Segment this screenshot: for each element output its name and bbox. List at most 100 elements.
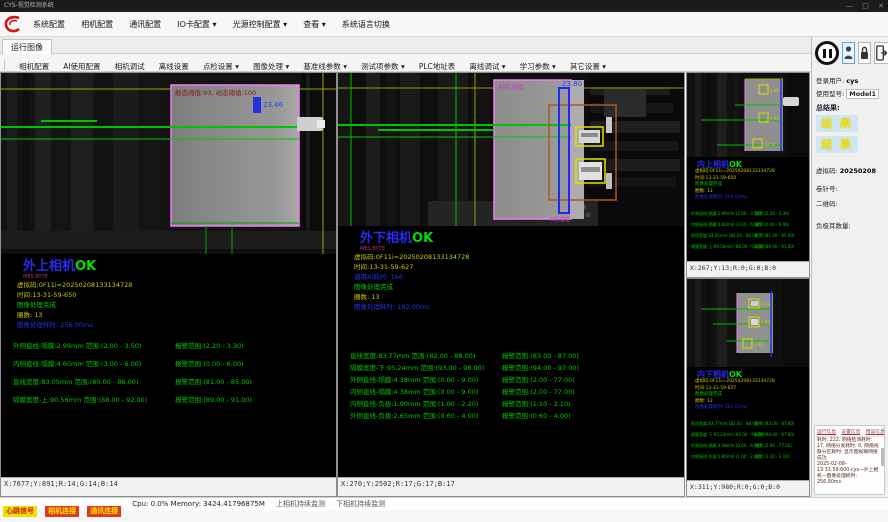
alarm-range: 报警范围:(89.00 - 91.00) (175, 391, 252, 409)
toolbar: 相机配置 AI使用配置 相机调试 离线设置 点检设置 ▾ 图像处理 ▾ 基准线参… (0, 54, 811, 72)
marker-blue-rect (253, 97, 261, 113)
virtual-code-row: 虚拟码: 20250208 (816, 165, 876, 175)
lock-button[interactable] (858, 42, 871, 64)
time-label: 时间:13-31-59-650 (17, 290, 336, 300)
camera-result-text-inner-lower: 内下相机OK 虚拟码:0F11i=20250208133134728 时间:13… (687, 367, 809, 462)
maximize-button[interactable]: □ (862, 2, 869, 10)
measurement-row: 直线宽度:83.05mm 范围:(80.00 - 86.00)报警范围:(81.… (13, 373, 334, 391)
camera-image-outer-lower[interactable]: AI检测框 23.80 AI处理框 (338, 73, 684, 226)
measurement-value: 直线宽度:83.77mm 范围:(82.00 - 88.00) (350, 352, 475, 360)
log-text: 耗时: 222, 网络检测耗时: 17, 网络分发耗时: 0, 网络视联分区耗时… (815, 437, 884, 486)
pause-button[interactable] (815, 41, 839, 65)
elapsed-label: 图像处理耗时: 182.00ms (695, 405, 809, 412)
user-login-button[interactable] (842, 42, 855, 64)
camera-view-outer-lower[interactable]: AI检测框 23.80 AI处理框 外下相机OK MES:BYTE 虚拟码:0F… (337, 72, 685, 497)
negative-tab-count-label: 负极耳数量: (816, 220, 851, 230)
camera-image-outer-upper[interactable]: 静态阈值:93, 动态阈值:100 23.46 (1, 73, 336, 254)
measurement-value: 隔膜宽度-下:95.24mm 范围:(93.00 - 98.00) (350, 364, 484, 372)
virtual-code-value: 20250208 (840, 167, 876, 175)
total-result-label: 总结果: (816, 103, 840, 113)
marker-value-label: 23.46 (263, 101, 284, 109)
pixel-coords-bar: X:311;Y:980;R:0;G:0;B:0 (687, 480, 809, 496)
lock-icon (860, 45, 869, 61)
model-select[interactable]: Model1 (846, 89, 879, 99)
qrcode-label: 二维码: (816, 198, 838, 208)
close-button[interactable]: ✕ (878, 2, 884, 10)
measurement-row: 隔膜宽度-下:95.24mm (93.00 - 98.00)报警:(94.00 … (691, 429, 809, 440)
model-label: 使用型号: (816, 90, 844, 98)
camera-title-row: 外下相机OK (360, 231, 684, 246)
pixel-coords-bar: X:270;Y:2502;R:17;G:17;B:17 (338, 477, 684, 496)
log-tab-run-info[interactable]: 运行信息 (817, 428, 836, 435)
alarm-range: 报警:(1.10 - 2.10) (755, 451, 789, 462)
tab-run-image[interactable]: 运行图像 (2, 39, 52, 55)
alarm-range: 报警:(81.00 - 85.00) (755, 230, 794, 241)
exit-icon (876, 45, 887, 61)
camera-view-inner-lower[interactable]: 4.38 1.90 2.65 内下相机OK 虚拟码:0F11i=20250208… (686, 278, 810, 497)
measurement-row: 外侧直线-隔膜:2.99mm 范围:(2.00 - 3.50) 报警范围:(2.2… (13, 337, 334, 355)
alarm-range: 报警范围:(2.20 - 3.30) (175, 337, 244, 355)
elapsed-label: 图像处理耗时: 256.00ms (17, 320, 336, 330)
measurement-value: 外侧直线-隔膜:2.99mm 范围:(2.00 - 3.50) (13, 342, 141, 350)
status-ok-label: OK (75, 259, 96, 274)
login-user-label: 登录用户: (816, 77, 844, 85)
log-panel[interactable]: 运行信息 设置信息 错误信息 耗时: 222, 网络检测耗时: 17, 网络分发… (814, 425, 885, 495)
app-window: CYS-视觉检测系统 — □ ✕ 系统配置 相机配置 通讯配置 IO卡配置 ▾ … (0, 0, 888, 522)
app-logo-icon (4, 15, 22, 33)
alarm-range: 报警:(89.00 - 91.00) (755, 241, 794, 252)
status-ok-label: OK (729, 160, 742, 169)
measurement-list: 外侧直线-隔膜:2.99mm (2.00 - 3.50)报警:(2.20 - 3… (687, 208, 809, 252)
camera-view-inner-upper[interactable]: 2.99 4.60 90.56 内上相机OK 虚拟码:0F11i=2025020… (686, 72, 810, 278)
camera-result-text-outer-upper: 外上相机OK MES:BYTE 虚拟码:0F11i=20250208133134… (1, 254, 336, 330)
menu-item-comm-config[interactable]: 通讯配置 (129, 12, 161, 37)
log-tab-error-info[interactable]: 错误信息 (866, 428, 885, 435)
user-icon (844, 45, 853, 61)
camera-result-text-inner-upper: 内上相机OK 虚拟码:0F11i=20250208133134728 时间:13… (687, 157, 809, 252)
menu-item-system-config[interactable]: 系统配置 (33, 12, 65, 37)
measurement-value: 直线宽度:83.05mm (80.00 - 86.00) (691, 233, 759, 238)
comm-connection-badge: 通讯连接 (87, 506, 121, 517)
cpu-memory-label: Cpu: 0.0% Memory: 3424.41796875M (132, 498, 265, 511)
measurement-row: 直线宽度:83.77mm (82.00 - 88.00)报警:(83.00 - … (691, 418, 809, 429)
measurement-value: 外侧直线-隔膜:4.38mm 范围:(0.00 - 9.00) (350, 376, 478, 384)
ai-box-label: AI检测框 (498, 82, 524, 91)
measurement-row: 隔膜宽度-下:95.24mm 范围:(93.00 - 98.00)报警范围:(9… (350, 362, 682, 374)
elapsed-label: 图像处理耗时: 182.00ms (354, 302, 684, 312)
camera-view-outer-upper[interactable]: 静态阈值:93, 动态阈值:100 23.46 外上相机OK MES:BYTE … (0, 72, 337, 497)
camera-image-inner-lower[interactable]: 4.38 1.90 2.65 (687, 279, 809, 367)
measurement-row: 外侧直线-隔膜:4.38mm 范围:(0.00 - 9.00)报警范围:(2.0… (350, 374, 682, 386)
minimize-button[interactable]: — (846, 2, 853, 10)
rounds-label: 圈数: 13 (354, 292, 684, 302)
camera-name-label: 外下相机 (360, 231, 412, 246)
measurement-list: 直线宽度:83.77mm (82.00 - 88.00)报警:(83.00 - … (687, 418, 809, 462)
status-ok-label: OK (412, 231, 433, 246)
menu-item-light-config[interactable]: 光源控制配置 ▾ (233, 12, 288, 37)
process-done-label: 图像处理完成 (354, 282, 684, 292)
measurement-value: 外侧直线-隔膜:2.99mm (2.00 - 3.50) (691, 211, 761, 216)
rounds-label: 圈数: 13 (17, 310, 336, 320)
menu-item-camera-config[interactable]: 相机配置 (81, 12, 113, 37)
measurement-row: 内侧直线-隔膜:4.38mm 范围:(0.00 - 9.00)报警范围:(2.0… (350, 386, 682, 398)
tab-strip: 运行图像 (0, 37, 811, 54)
lower-camera-monitor-label: 下相机持续监测 (336, 498, 385, 511)
threshold-overlay-label: 静态阈值:93, 动态阈值:100 (175, 88, 256, 97)
titlebar: CYS-视觉检测系统 — □ ✕ (0, 0, 888, 12)
alarm-range: 报警范围:(81.00 - 85.00) (175, 373, 252, 391)
log-scrollbar[interactable] (881, 448, 884, 466)
heartbeat-status-badge: 心跳信号 (3, 506, 37, 517)
pixel-coords-bar: X:267;Y:13;R:0;G:0;B:0 (687, 261, 809, 277)
log-tab-settings-info[interactable]: 设置信息 (841, 428, 860, 435)
alarm-range: 报警范围:(0.60 - 4.00) (502, 410, 571, 422)
exit-button[interactable] (874, 42, 888, 64)
menu-item-view[interactable]: 查看 ▾ (303, 12, 326, 37)
menu-item-io-config[interactable]: IO卡配置 ▾ (177, 12, 216, 37)
result-badge-1: 结 果 (816, 115, 858, 132)
camera-image-inner-upper[interactable]: 2.99 4.60 90.56 (687, 73, 809, 157)
measurement-value: 内侧直线-隔膜:4.38mm 范围:(0.00 - 9.00) (350, 388, 478, 396)
login-user-value: cys (846, 77, 858, 85)
result-badge-2: 结 果 (816, 136, 858, 153)
menu-item-language-switch[interactable]: 系统语言切换 (342, 12, 390, 37)
alarm-range: 报警:(94.00 - 97.00) (755, 429, 794, 440)
measurement-value: 隔膜宽度-上:90.56mm 范围:(88.00 - 92.00) (13, 396, 147, 404)
measurement-value: 内侧直线-隔膜:4.60mm (3.00 - 6.00) (691, 222, 761, 227)
